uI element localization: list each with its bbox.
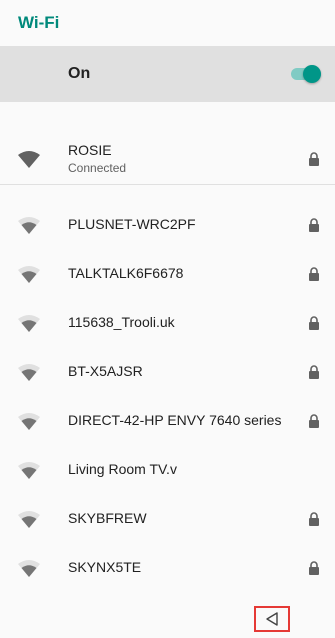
lock-icon bbox=[309, 267, 319, 281]
wifi-signal-icon bbox=[18, 217, 40, 234]
network-name: PLUSNET-WRC2PF bbox=[68, 216, 196, 232]
lock-icon bbox=[309, 218, 319, 232]
wifi-signal-icon bbox=[18, 266, 40, 283]
wifi-signal-icon bbox=[18, 315, 40, 332]
connected-network-row[interactable]: ROSIE Connected bbox=[0, 137, 335, 181]
lock-icon bbox=[309, 316, 319, 330]
wifi-signal-icon bbox=[18, 413, 40, 430]
network-name: Living Room TV.v bbox=[68, 461, 177, 477]
network-name: DIRECT-42-HP ENVY 7640 series bbox=[68, 412, 282, 428]
network-status: Connected bbox=[68, 161, 127, 175]
network-row[interactable]: Living Room TV.v bbox=[0, 448, 335, 492]
wifi-signal-icon bbox=[18, 151, 40, 168]
network-row[interactable]: PLUSNET-WRC2PF bbox=[0, 203, 335, 247]
network-name: SKYNX5TE bbox=[68, 559, 142, 575]
network-name: 115638_Trooli.uk bbox=[68, 314, 175, 330]
network-name: ROSIE bbox=[68, 142, 112, 158]
wifi-toggle[interactable] bbox=[291, 65, 321, 83]
network-row[interactable]: 115638_Trooli.uk bbox=[0, 301, 335, 345]
master-switch-label: On bbox=[68, 65, 91, 82]
divider bbox=[0, 184, 335, 185]
app-bar: Wi-Fi bbox=[0, 0, 335, 46]
wifi-signal-icon bbox=[18, 364, 40, 381]
back-button[interactable] bbox=[254, 606, 290, 632]
page-title: Wi-Fi bbox=[18, 13, 60, 32]
lock-icon bbox=[309, 512, 319, 526]
network-name: TALKTALK6F6678 bbox=[68, 265, 184, 281]
lock-icon bbox=[309, 561, 319, 575]
lock-icon bbox=[309, 152, 319, 166]
network-row[interactable]: TALKTALK6F6678 bbox=[0, 252, 335, 296]
wifi-signal-icon bbox=[18, 511, 40, 528]
lock-icon bbox=[309, 414, 319, 428]
network-row[interactable]: SKYNX5TE bbox=[0, 546, 335, 590]
lock-icon bbox=[309, 365, 319, 379]
network-name: BT-X5AJSR bbox=[68, 363, 143, 379]
network-name: SKYBFREW bbox=[68, 510, 147, 526]
toggle-thumb bbox=[303, 65, 321, 83]
wifi-signal-icon bbox=[18, 462, 40, 479]
wifi-master-switch-row[interactable]: On bbox=[0, 46, 335, 102]
back-triangle-icon bbox=[266, 612, 278, 626]
network-row[interactable]: DIRECT-42-HP ENVY 7640 series bbox=[0, 399, 335, 443]
network-row[interactable]: SKYBFREW bbox=[0, 497, 335, 541]
network-row[interactable]: BT-X5AJSR bbox=[0, 350, 335, 394]
wifi-signal-icon bbox=[18, 560, 40, 577]
